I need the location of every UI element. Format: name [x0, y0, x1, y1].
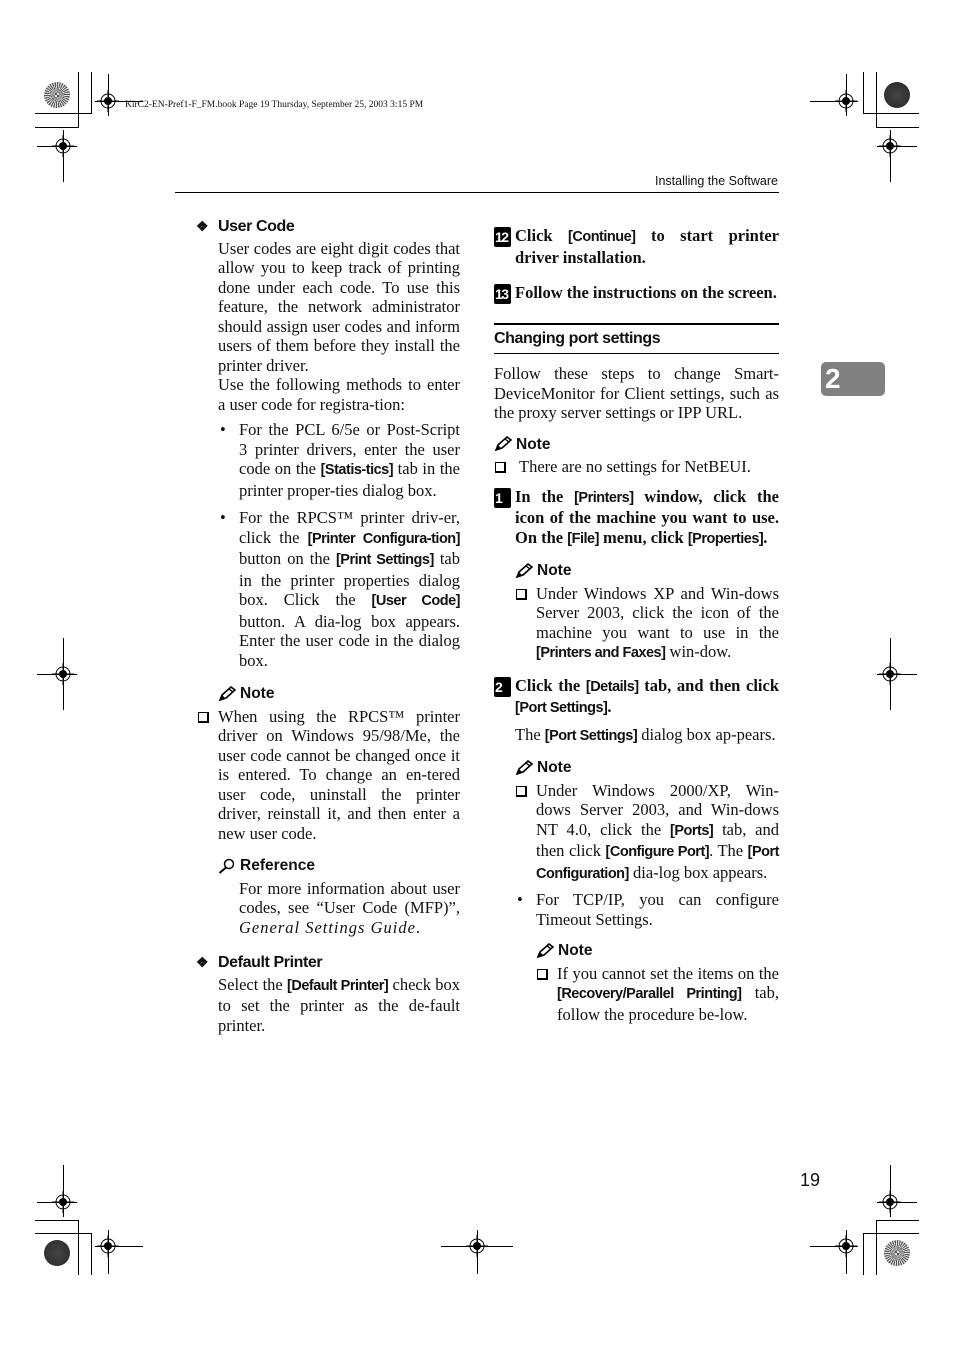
chapter-tab[interactable]: 2	[821, 362, 885, 396]
nested-note: Note If you cannot set the items on the …	[515, 941, 779, 1024]
list-item: • For the RPCS™ printer driv-er, click t…	[220, 508, 461, 670]
ui-reference-printers-and-faxes: [Printers and Faxes]	[536, 645, 666, 661]
note-heading: Note	[515, 758, 779, 778]
procedure-heading: Changing port settings	[494, 322, 779, 354]
left-column: ❖ User Code User codes are eight digit c…	[196, 217, 461, 1035]
note-item: Under Windows XP and Win-dows Server 200…	[515, 584, 779, 664]
section-heading-user-code: ❖ User Code	[196, 218, 295, 235]
checkbox-bullet-icon	[495, 462, 506, 473]
page-number: 19	[800, 1170, 821, 1190]
ui-reference-user-code: [User Code]	[371, 593, 461, 609]
ui-reference-details-tab: [Details]	[585, 678, 639, 695]
note-item: If you cannot set the items on the [Reco…	[536, 964, 779, 1025]
pencil-icon	[218, 685, 236, 702]
list-item: • For TCP/IP, you can configure Timeout …	[517, 890, 779, 929]
reference-book-title: General Settings Guide	[239, 917, 416, 937]
list-item: • For the PCL 6/5e or Post-Script 3 prin…	[220, 420, 460, 500]
default-printer-description: Select the [Default Printer] check box t…	[218, 974, 460, 1035]
ui-reference-file-menu: [File]	[567, 530, 599, 547]
user-code-description: User codes are eight digit codes that al…	[218, 238, 460, 375]
step-number-badge: 12	[494, 227, 511, 247]
diamond-bullet-icon: ❖	[196, 954, 209, 970]
step-1-note: Note Under Windows XP and Win-dows Serve…	[494, 561, 779, 664]
step-1: 1 In the [Printers] window, click the ic…	[494, 486, 779, 547]
user-code-methods-intro: Use the following methods to enter a use…	[218, 375, 460, 414]
ui-reference-default-printer: [Default Printer]	[287, 977, 389, 994]
note-heading: Note	[515, 561, 779, 581]
pencil-icon	[536, 942, 554, 959]
bullet-icon: •	[220, 508, 226, 527]
running-head: Installing the Software	[655, 174, 778, 188]
ui-reference-ports-tab: [Ports]	[670, 822, 714, 839]
ui-reference-properties: [Properties]	[687, 530, 764, 547]
pencil-icon	[515, 759, 533, 776]
note-heading: Note	[494, 435, 779, 455]
diamond-bullet-icon: ❖	[196, 218, 209, 234]
procedure-intro: Follow these steps to change Smart-Devic…	[494, 364, 779, 422]
pencil-icon	[515, 562, 533, 579]
note-item: When using the RPCS™ printer driver on W…	[197, 707, 460, 844]
ui-reference-port-settings-dialog: [Port Settings]	[544, 727, 638, 744]
ui-reference-port-settings: [Port Settings]	[515, 700, 608, 716]
step-2-result: The [Port Settings] dialog box ap-pears.	[515, 724, 776, 744]
step-number-badge: 1	[494, 487, 511, 508]
step-number-badge: 2	[494, 676, 511, 697]
magnifier-icon	[218, 858, 235, 874]
reference-heading: Reference	[218, 856, 460, 876]
step-12: 12 Click [Continue] to start printer dri…	[494, 226, 779, 267]
right-column: 12 Click [Continue] to start printer dri…	[494, 226, 780, 1024]
step-number-badge: 13	[494, 284, 511, 304]
note-item: Under Windows 2000/XP, Win-dows Server 2…	[515, 781, 780, 885]
ui-reference-printers: [Printers]	[574, 489, 634, 506]
ui-reference-configure-port: [Configure Port]	[605, 844, 710, 860]
ui-reference-print-settings: [Print Settings]	[335, 552, 434, 568]
print-slug: KirC2-EN-Pref1-F_FM.book Page 19 Thursda…	[125, 100, 424, 110]
step-2: 2 Click the [Details] tab, and then clic…	[494, 675, 779, 716]
reference-text: For more information about user codes, s…	[239, 878, 460, 937]
step-13: 13 Follow the instructions on the screen…	[494, 283, 777, 304]
pencil-icon	[494, 436, 512, 452]
ui-reference-statistics-tab: [Statis-tics]	[320, 462, 394, 478]
step-2-note: Note Under Windows 2000/XP, Win-dows Ser…	[494, 758, 780, 1024]
note-heading: Note	[536, 941, 779, 961]
note-item: There are no settings for NetBEUI.	[494, 457, 779, 477]
color-registration-disc-icon	[44, 82, 70, 108]
color-registration-disc-icon	[884, 82, 910, 108]
header-rule	[175, 192, 779, 193]
color-registration-disc-icon	[44, 1240, 70, 1266]
bullet-icon: •	[220, 420, 226, 439]
ui-reference-printer-configuration: [Printer Configura-tion]	[307, 530, 461, 547]
color-registration-disc-icon	[884, 1240, 910, 1266]
checkbox-bullet-icon	[537, 968, 548, 980]
checkbox-bullet-icon	[516, 588, 527, 600]
section-heading-default-printer: ❖ Default Printer	[196, 954, 323, 971]
checkbox-bullet-icon	[516, 785, 527, 797]
ui-reference-recovery-parallel-printing: [Recovery/Parallel Printing]	[557, 986, 742, 1002]
ui-reference-continue: [Continue]	[568, 229, 636, 245]
bullet-icon: •	[517, 890, 523, 909]
checkbox-bullet-icon	[198, 711, 209, 723]
note-heading: Note	[218, 684, 460, 704]
